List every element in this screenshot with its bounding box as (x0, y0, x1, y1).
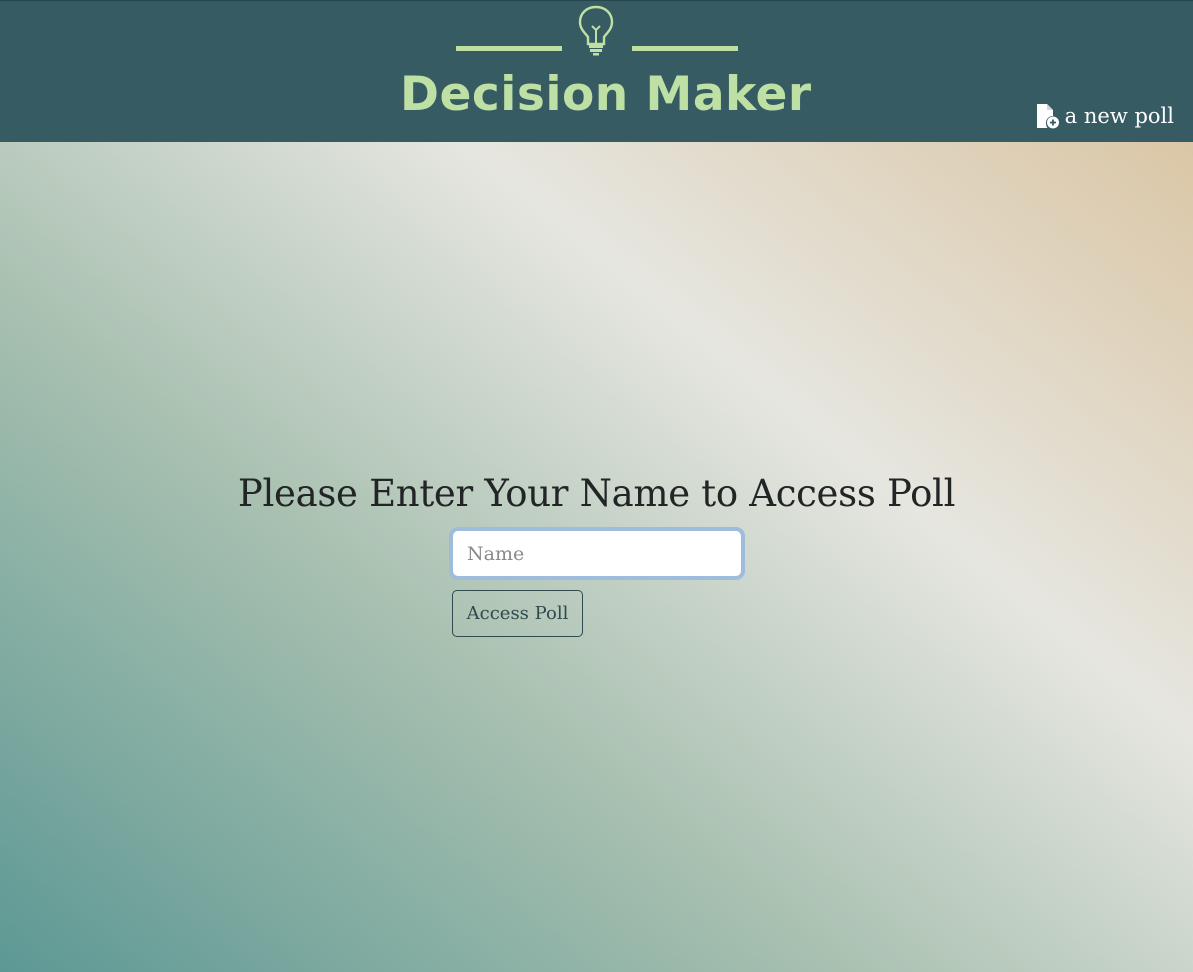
logo[interactable]: Decision Maker (400, 1, 812, 143)
new-poll-label: a new poll (1064, 104, 1174, 128)
logo-line-left (456, 46, 562, 51)
new-poll-link[interactable]: a new poll (1034, 103, 1174, 129)
logo-text: Decision Maker (400, 67, 812, 122)
access-poll-button[interactable]: Access Poll (452, 590, 583, 637)
logo-line-right (632, 46, 738, 51)
file-plus-icon (1036, 104, 1059, 129)
page-heading: Please Enter Your Name to Access Poll (237, 472, 956, 515)
lightbulb-icon (578, 5, 614, 56)
top-nav-bar: Decision Maker a new poll (0, 0, 1193, 142)
name-input[interactable] (449, 527, 745, 580)
